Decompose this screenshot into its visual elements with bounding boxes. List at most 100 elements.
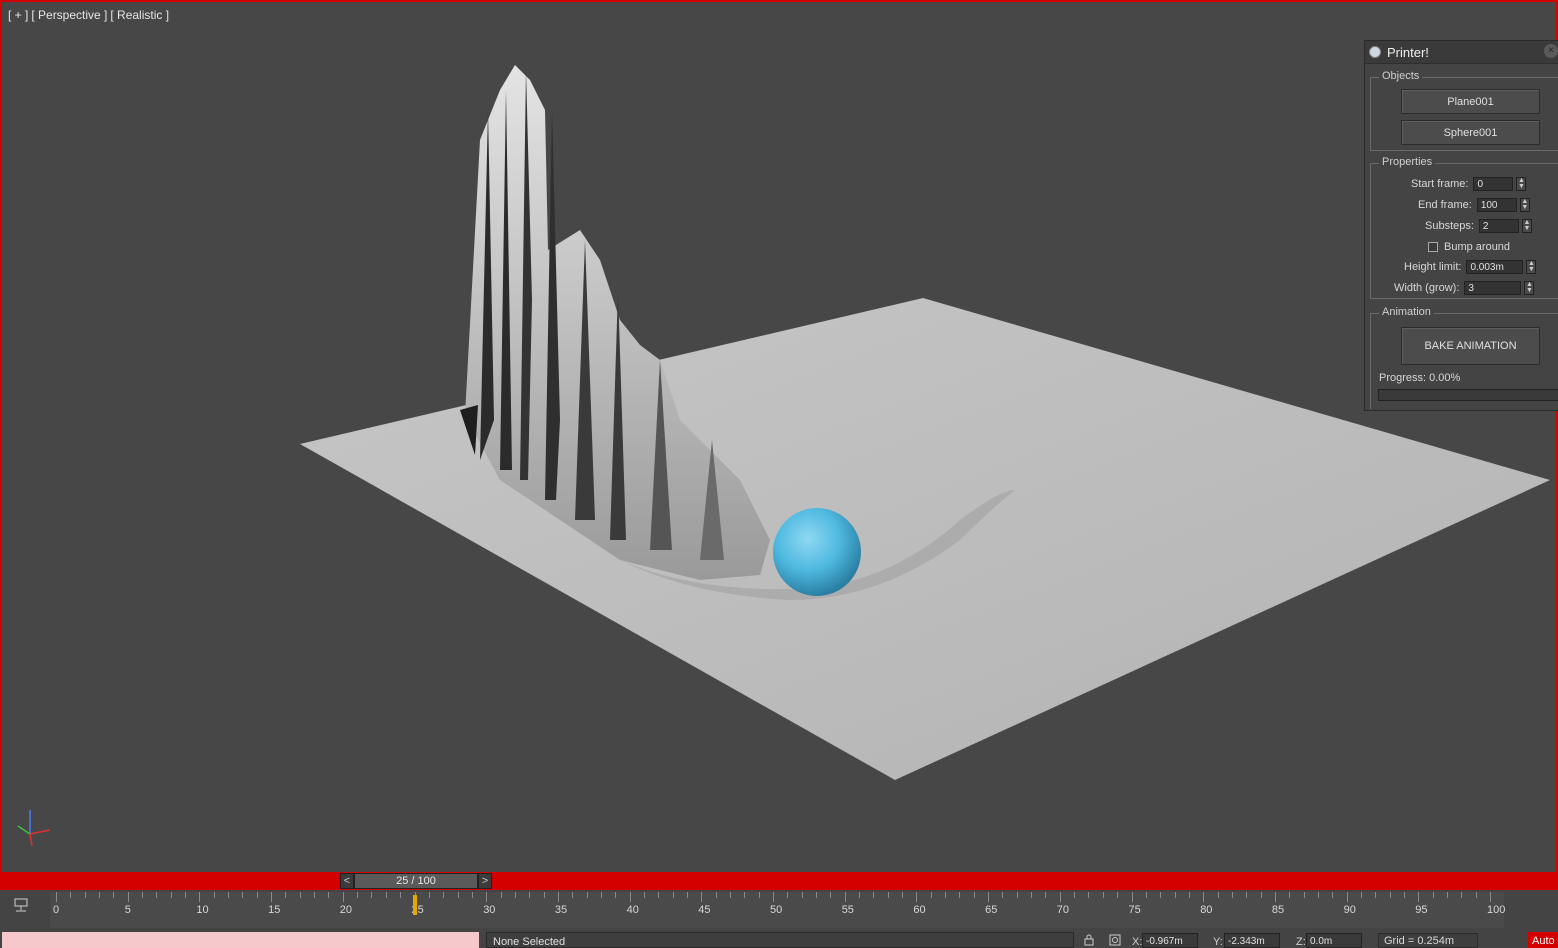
frame-tick [973,892,975,898]
frame-tick [715,892,717,898]
y-coord-field[interactable]: -2.343m [1224,933,1280,948]
absolute-mode-icon[interactable] [1109,934,1121,946]
frame-tick [557,892,559,902]
frame-tick [443,892,445,898]
frame-tick [844,892,846,902]
frame-tick [672,892,674,898]
frame-tick [1303,892,1305,898]
height-limit-input[interactable] [1466,260,1524,274]
frame-tick [314,892,316,898]
frame-tick [1389,892,1391,898]
frame-tick-label: 40 [626,904,639,916]
frame-tick [70,892,72,898]
substeps-label: Substeps: [1425,220,1474,232]
frame-tick-label: 15 [268,904,281,916]
properties-group: Properties Start frame: ▲▼ End frame: ▲▼… [1370,156,1558,299]
frame-tick [1246,892,1248,898]
frame-tick [529,892,531,898]
plane001-button[interactable]: Plane001 [1401,89,1540,114]
bump-around-row[interactable]: Bump around [1428,241,1510,253]
width-grow-input[interactable] [1464,281,1522,295]
frame-tick [572,892,574,898]
frame-tick-label: 80 [1200,904,1213,916]
next-frame-button[interactable]: > [478,873,492,889]
substeps-spinner[interactable]: ▲ ▼ [1521,219,1532,233]
sphere-object [773,508,861,596]
auto-key-button[interactable]: Auto [1528,932,1558,948]
printer-logo-icon [1369,46,1381,58]
height-limit-spinner[interactable]: ▲ ▼ [1526,260,1537,274]
frame-tick [457,892,459,898]
frame-tick [99,892,101,898]
z-coord-field[interactable]: 0.0m [1306,933,1362,948]
frame-tick [142,892,144,898]
frame-tick [1231,892,1233,898]
frame-tick [299,892,301,898]
end-frame-input[interactable] [1476,198,1517,212]
frame-tick-label: 5 [124,904,131,916]
frame-tick [1346,892,1348,902]
frame-tick [988,892,990,902]
frame-tick [1274,892,1276,902]
frame-tick [1360,892,1362,898]
frame-tick-label: 0 [53,904,60,916]
frame-tick [916,892,918,902]
frame-tick [945,892,947,898]
sphere001-button[interactable]: Sphere001 [1401,120,1540,145]
substeps-row: Substeps: ▲▼ [1425,219,1532,233]
frame-tick [271,892,273,902]
frame-tick [902,892,904,898]
width-grow-label: Width (grow): [1394,282,1460,294]
frame-tick [686,892,688,898]
start-frame-spinner[interactable]: ▲ ▼ [1516,177,1527,191]
lock-icon[interactable] [1083,934,1095,946]
frame-tick-label: 55 [841,904,854,916]
frame-tick [816,892,818,898]
frame-tick [428,892,430,898]
trackbar[interactable]: 0 5 10 15 20 25 30 35 40 45 50 55 60 65 70 75 80 85 90 95 10… [50,892,1505,928]
width-grow-spinner[interactable]: ▲ ▼ [1524,281,1535,295]
mini-curve-editor-icon[interactable] [12,897,32,913]
end-frame-row: End frame: ▲▼ [1418,198,1530,212]
bump-around-checkbox[interactable] [1428,242,1438,252]
properties-group-label: Properties [1379,156,1436,168]
frame-tick [371,892,373,898]
frame-tick-label: 10 [196,904,209,916]
frame-tick [486,892,488,902]
close-icon[interactable]: × [1544,44,1558,58]
frame-tick [1475,892,1477,898]
time-slider[interactable]: < 25 / 100 > [340,873,496,889]
frame-tick [1203,892,1205,902]
bake-animation-button[interactable]: BAKE ANIMATION [1401,327,1540,365]
substeps-input[interactable] [1478,219,1519,233]
frame-tick [1002,892,1004,898]
frame-tick-label: 75 [1128,904,1141,916]
frame-tick [1059,892,1061,902]
x-coord-field[interactable]: -0.967m [1142,933,1198,948]
frame-tick [801,892,803,898]
frame-tick [873,892,875,898]
x-coord-label: X: [1132,936,1143,948]
frame-tick [242,892,244,898]
printer-panel: Printer! × Objects Plane001 Sphere001 Pr… [1364,40,1558,411]
frame-tick-label: 85 [1271,904,1285,916]
y-coord-label: Y: [1213,936,1223,948]
start-frame-input[interactable] [1473,177,1514,191]
bump-around-label: Bump around [1444,241,1511,253]
printer-panel-titlebar[interactable]: Printer! × [1365,41,1558,64]
frame-tick [1131,892,1133,902]
current-frame-marker[interactable] [412,895,417,915]
frame-tick [514,892,516,898]
frame-tick-label: 70 [1056,904,1070,916]
maxscript-listener-field[interactable] [2,932,479,948]
frame-tick [1016,892,1018,898]
end-frame-spinner[interactable]: ▲ ▼ [1519,198,1530,212]
previous-frame-button[interactable]: < [340,873,354,889]
frame-tick [887,892,889,898]
time-slider-thumb[interactable]: 25 / 100 [354,873,478,889]
frame-tick [256,892,258,898]
time-slider-strip[interactable] [0,872,1558,890]
selection-status: None Selected [486,932,1074,948]
frame-tick [658,892,660,898]
frame-tick [285,892,287,898]
